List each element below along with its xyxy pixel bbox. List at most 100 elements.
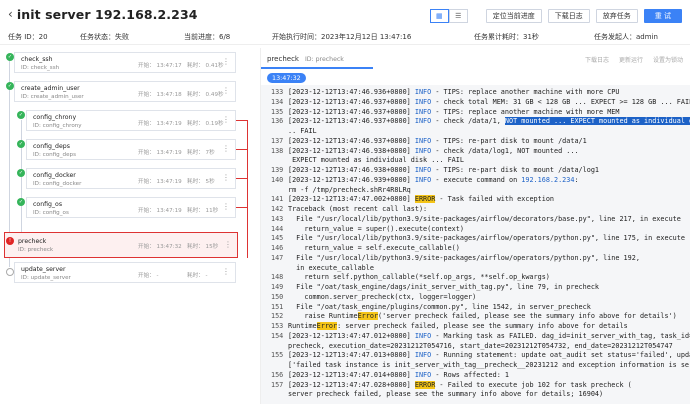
log-actions: 下载日志 更新运行 设置为锁动 (585, 55, 683, 64)
node-duration: 耗时： 0.19秒 (187, 121, 224, 127)
log-line: 137 [2023-12-12T13:47:46.937+0800] INFO -… (261, 137, 690, 147)
log-line: 140 [2023-12-12T13:47:46.939+0800] INFO -… (261, 176, 690, 186)
task-node-config-os[interactable]: config_os ID: config_os 开始： 13:47:19 耗时：… (26, 197, 236, 218)
dependency-edge (247, 120, 248, 258)
node-id: ID: config_docker (33, 181, 82, 187)
line-text: File "/usr/local/lib/python3.9/site-pack… (288, 234, 685, 243)
log-line: .. FAIL (261, 127, 690, 137)
task-node-config-deps[interactable]: config_deps ID: config_deps 开始： 13:47:19… (26, 139, 236, 160)
log-line: 156 [2023-12-12T13:47:47.014+0800] INFO -… (261, 371, 690, 381)
node-name: config_docker (33, 172, 76, 179)
line-text: [2023-12-12T13:47:47.002+0800] ERROR - T… (288, 195, 554, 204)
line-text: [2023-12-12T13:47:46.936+0800] INFO - TI… (288, 88, 620, 96)
node-id: ID: check_ssh (21, 65, 60, 71)
line-text: [2023-12-12T13:47:47.013+0800] INFO - Ru… (288, 351, 690, 360)
log-line: 138 [2023-12-12T13:47:46.938+0800] INFO -… (261, 147, 690, 157)
log-line: 152 raise RuntimeError('server precheck … (261, 312, 690, 322)
task-graph: check_ssh ID: check_ssh 开始： 13:47:17 耗时：… (0, 48, 252, 404)
node-start: 开始： 13:47:19 (138, 150, 182, 156)
log-line: 147 File "/usr/local/lib/python3.9/site-… (261, 254, 690, 264)
line-text: .. FAIL (288, 127, 317, 135)
download-log-button[interactable]: 下载日志 (547, 9, 590, 23)
line-text: RuntimeError: server precheck failed, pl… (288, 322, 628, 330)
node-name: config_deps (33, 143, 70, 150)
node-duration: 耗时： 5秒 (187, 179, 215, 185)
more-icon[interactable]: ⋮ (224, 241, 232, 249)
log-tabs: precheck ID: precheck 下载日志 更新运行 设置为锁动 (261, 48, 690, 70)
node-duration: 耗时： 0.41秒 (187, 63, 224, 69)
node-name: config_os (33, 201, 63, 208)
line-text: File "/usr/local/lib/python3.9/site-pack… (288, 214, 681, 223)
error-icon: ! (6, 237, 14, 245)
time-badge: 13:47:32 (267, 73, 306, 83)
task-node-config-docker[interactable]: config_docker ID: config_docker 开始： 13:4… (26, 168, 236, 189)
node-duration: 耗时： - (187, 273, 208, 279)
task-node-create-admin-user[interactable]: create_admin_user ID: create_admin_user … (14, 81, 236, 102)
log-line: 148 return self.python_callable(*self.op… (261, 273, 690, 283)
grid-icon[interactable]: ▦ (429, 9, 449, 23)
log-line: in execute_callable (261, 264, 690, 274)
task-node-config-chrony[interactable]: config_chrony ID: config_chrony 开始： 13:4… (26, 110, 236, 131)
node-name: check_ssh (21, 56, 53, 63)
node-name: create_admin_user (21, 85, 80, 92)
task-node-check-ssh[interactable]: check_ssh ID: check_ssh 开始： 13:47:17 耗时：… (14, 52, 236, 73)
node-name: precheck (18, 238, 47, 245)
log-line: 146 return_value = self.execute_callable… (261, 244, 690, 254)
log-line: 136 [2023-12-12T13:47:46.937+0800] INFO -… (261, 117, 690, 127)
line-text: raise RuntimeError('server precheck fail… (288, 312, 677, 321)
more-icon[interactable]: ⋮ (222, 87, 230, 95)
line-text: in execute_callable (288, 263, 374, 272)
log-line: 135 [2023-12-12T13:47:46.937+0800] INFO -… (261, 108, 690, 118)
more-icon[interactable]: ⋮ (222, 58, 230, 66)
log-line: precheck, execution_date=20231212T054716… (261, 342, 690, 352)
task-node-update-server[interactable]: update_server ID: update_server 开始： - 耗时… (14, 262, 236, 283)
log-line: 150 common.server_precheck(ctx, logger=l… (261, 293, 690, 303)
log-line: 139 [2023-12-12T13:47:46.938+0800] INFO -… (261, 166, 690, 176)
refresh-link[interactable]: 更新运行 (619, 55, 643, 64)
download-log-link[interactable]: 下载日志 (585, 55, 609, 64)
node-id: ID: config_chrony (33, 123, 82, 129)
line-text: common.server_precheck(ctx, logger=logge… (288, 292, 477, 301)
node-duration: 耗时： 7秒 (187, 150, 215, 156)
more-icon[interactable]: ⋮ (222, 116, 230, 124)
line-text: [2023-12-12T13:47:46.939+0800] INFO - ex… (288, 175, 579, 184)
log-line: 154 [2023-12-12T13:47:47.012+0800] INFO -… (261, 332, 690, 342)
chevron-left-icon[interactable]: ‹ (8, 7, 13, 21)
retry-button[interactable]: 重 试 (643, 9, 682, 23)
log-line: 145 File "/usr/local/lib/python3.9/site-… (261, 234, 690, 244)
list-icon[interactable]: ☰ (448, 9, 468, 23)
node-start: 开始： 13:47:19 (138, 179, 182, 185)
line-text: [2023-12-12T13:47:46.937+0800] INFO - TI… (288, 136, 587, 145)
node-start: 开始： 13:47:19 (138, 121, 182, 127)
line-text: EXPECT mounted as individual disk ... FA… (288, 156, 464, 165)
node-id: ID: precheck (18, 247, 54, 253)
node-id: ID: config_os (33, 210, 69, 216)
view-toggle: ▦ ☰ (429, 9, 468, 23)
locate-progress-button[interactable]: 定位当前进度 (485, 9, 542, 23)
abort-task-button[interactable]: 放弃任务 (595, 9, 638, 23)
line-text: [2023-12-12T13:47:46.938+0800] INFO - TI… (288, 166, 600, 174)
app-root: ‹ init server 192.168.2.234 ▦ ☰ 定位当前进度 下… (0, 0, 690, 404)
task-info-bar: 任务 ID：20 任务状态：失败 当前进度：6/8 开始执行时间：2023年12… (0, 30, 690, 44)
graph-edge (21, 120, 22, 240)
log-panel: precheck ID: precheck 下载日志 更新运行 设置为锁动 13… (260, 48, 690, 404)
task-node-precheck[interactable]: precheck ID: precheck 开始： 13:47:32 耗时： 1… (4, 232, 238, 258)
task-status: 任务状态：失败 (80, 33, 129, 41)
log-viewer[interactable]: 133 [2023-12-12T13:47:46.936+0800] INFO -… (261, 85, 690, 404)
more-icon[interactable]: ⋮ (222, 174, 230, 182)
auto-follow-link[interactable]: 设置为锁动 (653, 55, 683, 64)
node-start: 开始： 13:47:18 (138, 92, 182, 98)
more-icon[interactable]: ⋮ (222, 145, 230, 153)
more-icon[interactable]: ⋮ (222, 268, 230, 276)
node-id: ID: config_deps (33, 152, 76, 158)
log-line: EXPECT mounted as individual disk ... FA… (261, 156, 690, 166)
tab-precheck[interactable]: precheck ID: precheck (261, 51, 373, 69)
line-text: File "/oat/task_engine/dags/init_server_… (288, 283, 599, 291)
tab-id: ID: precheck (304, 55, 344, 63)
line-text: [2023-12-12T13:47:47.012+0800] INFO - Ma… (288, 331, 690, 340)
success-icon: ✓ (6, 82, 14, 90)
more-icon[interactable]: ⋮ (222, 203, 230, 211)
line-text: ['failed task instance is init_server_wi… (288, 361, 690, 369)
node-name: update_server (21, 266, 66, 273)
tab-label: precheck (267, 55, 299, 63)
